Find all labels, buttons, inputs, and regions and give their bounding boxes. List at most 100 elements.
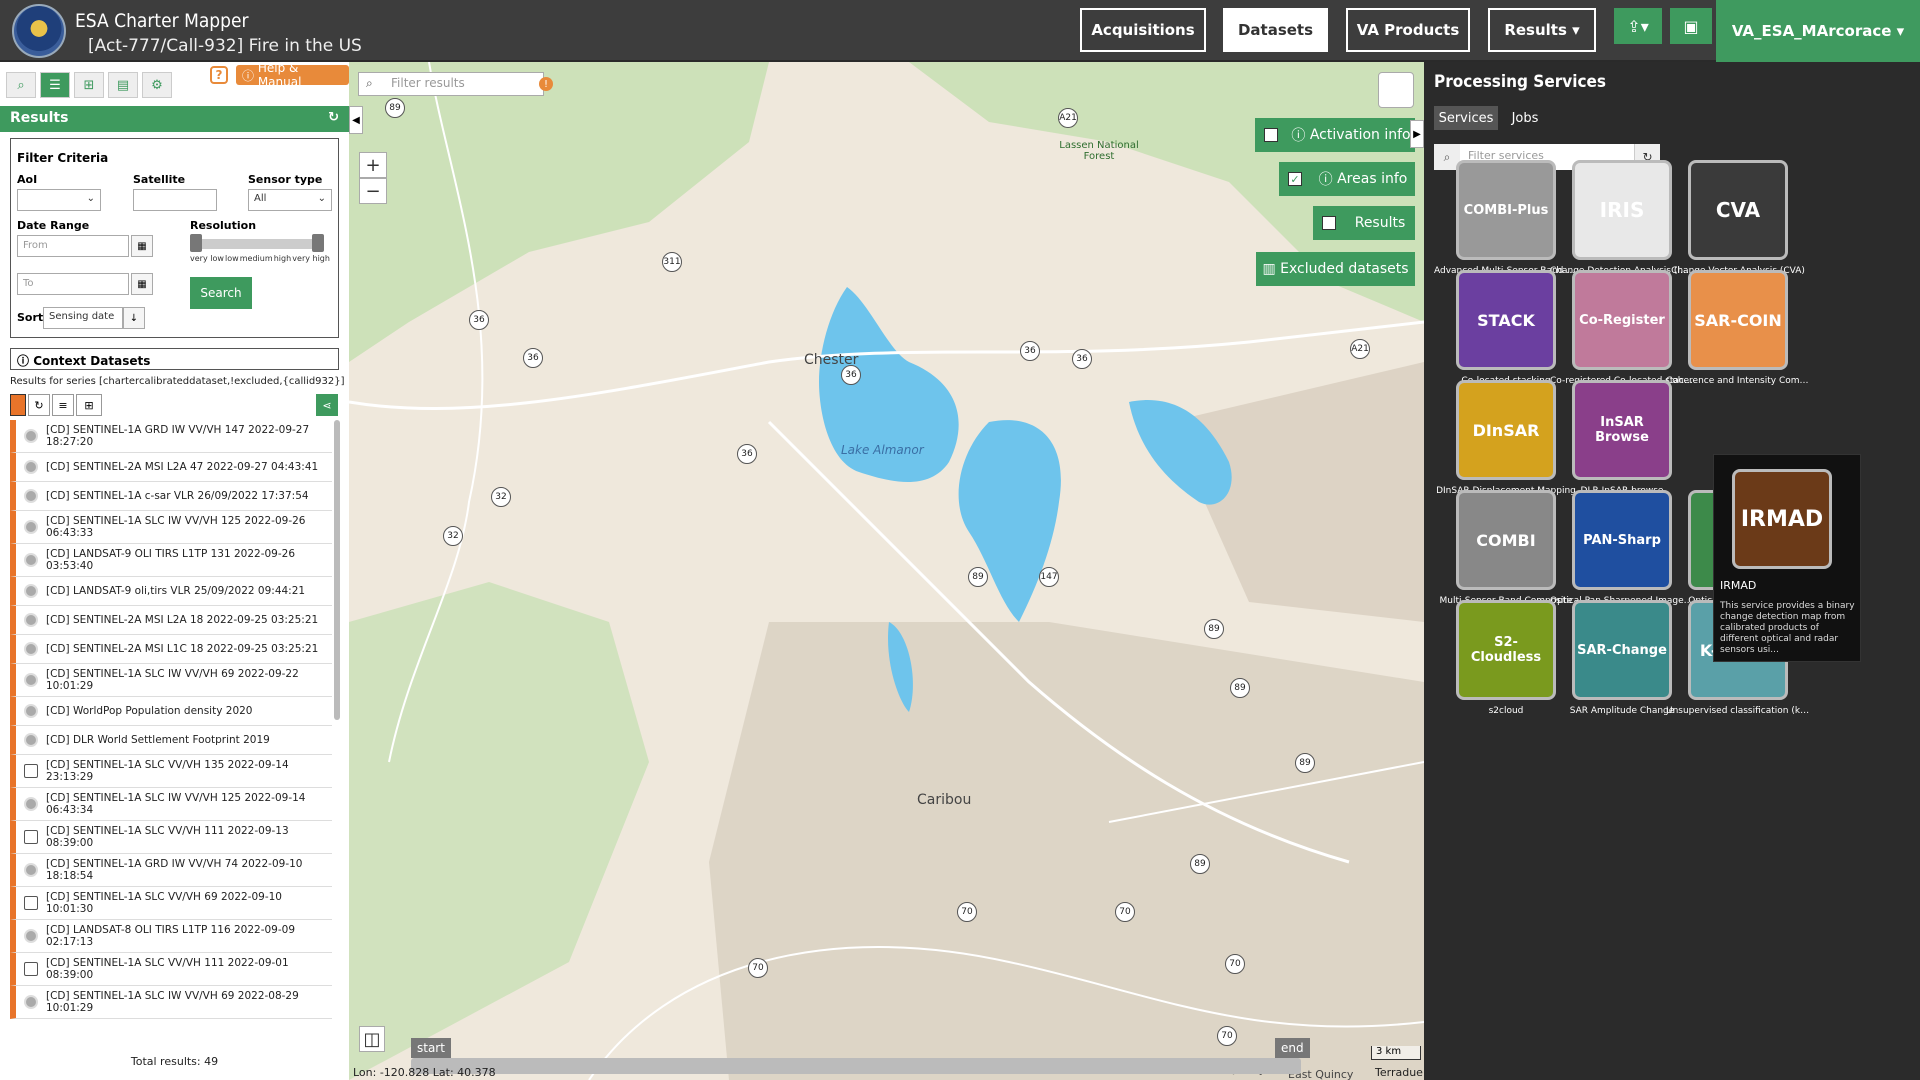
areas-info-button[interactable]: ⓘ Areas info bbox=[1311, 162, 1415, 196]
context-datasets-header[interactable]: ⓘ Context Datasets bbox=[10, 348, 339, 370]
results-layer-button[interactable]: Results bbox=[1345, 206, 1415, 240]
service-card[interactable]: COMBI-PlusAdvanced Multi-Sensor Band C..… bbox=[1434, 160, 1578, 288]
collapse-left-icon[interactable]: ◀ bbox=[349, 106, 363, 134]
list-scrollbar[interactable] bbox=[334, 420, 340, 720]
date-from-input[interactable]: From bbox=[17, 235, 129, 257]
list-item[interactable]: [CD] SENTINEL-1A GRD IW VV/VH 74 2022-09… bbox=[10, 854, 332, 887]
service-tile[interactable]: SAR-COIN bbox=[1688, 270, 1788, 370]
help-manual-button[interactable]: ⓘ Help & Manual bbox=[236, 61, 349, 89]
satellite-input[interactable] bbox=[133, 189, 217, 211]
service-card[interactable]: CVAChange Vector Analysis (CVA) bbox=[1666, 160, 1805, 288]
service-card[interactable]: STACKCo-located stacking bbox=[1434, 270, 1562, 398]
list-item[interactable]: [CD] SENTINEL-1A SLC VV/VH 135 2022-09-1… bbox=[10, 755, 332, 788]
help-question-icon[interactable]: ? bbox=[210, 66, 228, 84]
service-card[interactable]: SAR-COIN Coherence and Intensity Comp... bbox=[1666, 270, 1810, 398]
select-all-checkbox[interactable] bbox=[10, 394, 26, 416]
list-item[interactable]: [CD] SENTINEL-1A SLC IW VV/VH 125 2022-0… bbox=[10, 788, 332, 821]
service-tile[interactable]: CVA bbox=[1688, 160, 1788, 260]
upload-icon[interactable]: ⇪▾ bbox=[1614, 8, 1662, 44]
list-item[interactable]: [CD] SENTINEL-2A MSI L2A 18 2022-09-25 0… bbox=[10, 606, 332, 635]
zoom-out-button[interactable]: − bbox=[359, 178, 387, 204]
list-item[interactable]: [CD] SENTINEL-1A SLC IW VV/VH 69 2022-09… bbox=[10, 664, 332, 697]
service-tile[interactable]: COMBI-Plus bbox=[1456, 160, 1556, 260]
collapse-right-icon[interactable]: ▶ bbox=[1410, 120, 1424, 148]
service-card[interactable]: InSAR BrowseDLR InSAR browse bbox=[1550, 380, 1678, 508]
list-item[interactable]: [CD] LANDSAT-9 OLI TIRS L1TP 131 2022-09… bbox=[10, 544, 332, 577]
list-item[interactable]: [CD] DLR World Settlement Footprint 2019 bbox=[10, 726, 332, 755]
sort-direction-icon[interactable]: ↓ bbox=[123, 307, 145, 329]
list-tab-icon[interactable]: ☰ bbox=[40, 72, 70, 98]
service-card[interactable]: S2-Cloudless s2cloud bbox=[1434, 600, 1562, 728]
service-card[interactable]: Co-RegisterCo-registered Co-located stac… bbox=[1550, 270, 1694, 398]
timeline-end[interactable]: end bbox=[1275, 1038, 1310, 1058]
zoom-in-button[interactable]: + bbox=[359, 152, 387, 178]
search-button[interactable]: Search bbox=[190, 277, 252, 309]
date-to-input[interactable]: To bbox=[17, 273, 129, 295]
sensor-type-select[interactable]: All ⌄ bbox=[248, 189, 332, 211]
results-layer-checkbox[interactable] bbox=[1313, 206, 1345, 240]
areas-info-checkbox[interactable]: ✓ bbox=[1279, 162, 1311, 196]
list-item[interactable]: [CD] LANDSAT-8 OLI TIRS L1TP 116 2022-09… bbox=[10, 920, 332, 953]
calendar-icon[interactable]: ▦ bbox=[131, 235, 153, 257]
service-card[interactable]: PAN-SharpOptical Pan Sharpened Image ... bbox=[1550, 490, 1694, 618]
tab-services[interactable]: Services bbox=[1434, 106, 1498, 130]
timeline-start[interactable]: start bbox=[411, 1038, 451, 1058]
nav-acquisitions[interactable]: Acquisitions bbox=[1080, 8, 1206, 52]
basket-icon[interactable]: ⊞ bbox=[76, 394, 102, 416]
service-tile[interactable]: COMBI bbox=[1456, 490, 1556, 590]
sort-select[interactable]: Sensing date bbox=[43, 307, 123, 329]
tab-jobs[interactable]: Jobs bbox=[1502, 106, 1548, 130]
resolution-slider[interactable] bbox=[190, 234, 324, 252]
excluded-datasets-button[interactable]: ▥ Excluded datasets bbox=[1256, 252, 1415, 286]
calendar-icon[interactable]: ▦ bbox=[131, 273, 153, 295]
user-menu[interactable]: VA_ESA_MArcorace ▾ bbox=[1716, 0, 1920, 62]
basket-tab-icon[interactable]: ⊞ bbox=[74, 72, 104, 98]
service-card[interactable]: SAR-Change SAR Amplitude Change bbox=[1550, 600, 1678, 728]
service-card[interactable]: IRISChange Detection Analysis (IR... bbox=[1550, 160, 1694, 288]
list-item[interactable]: [CD] SENTINEL-1A SLC IW VV/VH 69 2022-08… bbox=[10, 986, 332, 1019]
list-item[interactable]: [CD] SENTINEL-1A SLC VV/VH 111 2022-09-1… bbox=[10, 821, 332, 854]
service-tile[interactable]: S2-Cloudless bbox=[1456, 600, 1556, 700]
service-card[interactable]: DInSARDInSAR Displacement Mapping bbox=[1434, 380, 1576, 508]
nav-datasets[interactable]: Datasets bbox=[1223, 8, 1328, 52]
service-tile[interactable]: PAN-Sharp bbox=[1572, 490, 1672, 590]
list-item[interactable]: [CD] SENTINEL-2A MSI L1C 18 2022-09-25 0… bbox=[10, 635, 332, 664]
list-item[interactable]: [CD] SENTINEL-1A SLC VV/VH 111 2022-09-0… bbox=[10, 953, 332, 986]
map-filter-results-input[interactable]: ⌕ Filter results ! bbox=[358, 72, 553, 96]
search-tab-icon[interactable]: ⌕ bbox=[6, 72, 36, 98]
service-tile[interactable]: Co-Register bbox=[1572, 270, 1672, 370]
nav-va-products[interactable]: VA Products bbox=[1346, 8, 1470, 52]
list-item[interactable]: [CD] SENTINEL-1A c-sar VLR 26/09/2022 17… bbox=[10, 482, 332, 511]
service-tile[interactable]: DInSAR bbox=[1456, 380, 1556, 480]
aoi-select[interactable]: ⌄ bbox=[17, 189, 101, 211]
list-item[interactable]: [CD] SENTINEL-1A GRD IW VV/VH 147 2022-0… bbox=[10, 420, 332, 453]
timeline[interactable]: start end bbox=[411, 1038, 1329, 1074]
list-item[interactable]: [CD] SENTINEL-1A SLC IW VV/VH 125 2022-0… bbox=[10, 511, 332, 544]
list-item[interactable]: [CD] SENTINEL-2A MSI L2A 47 2022-09-27 0… bbox=[10, 453, 332, 482]
service-tile[interactable]: InSAR Browse bbox=[1572, 380, 1672, 480]
service-card[interactable]: COMBIMulti-Sensor Band Composite bbox=[1434, 490, 1572, 618]
activation-info-checkbox[interactable] bbox=[1255, 118, 1287, 152]
briefcase-icon[interactable]: ▣ bbox=[1670, 8, 1712, 44]
service-tile[interactable]: SAR-Change bbox=[1572, 600, 1672, 700]
activation-info-button[interactable]: ⓘ Activation info bbox=[1287, 118, 1415, 152]
list-item[interactable]: [CD] LANDSAT-9 oli,tirs VLR 25/09/2022 0… bbox=[10, 577, 332, 606]
list-view-icon[interactable]: ≡ bbox=[52, 394, 74, 416]
service-tile[interactable]: STACK bbox=[1456, 270, 1556, 370]
timeline-toggle-icon[interactable]: ◫ bbox=[359, 1026, 385, 1052]
settings-tab-icon[interactable]: ⚙ bbox=[142, 72, 172, 98]
share-icon[interactable]: ⋖ bbox=[316, 394, 338, 416]
slider-handle-max[interactable] bbox=[312, 234, 324, 252]
irmad-tile[interactable]: IRMAD bbox=[1732, 469, 1832, 569]
map-view[interactable]: Chester Lake Almanor Caribou Lassen Nati… bbox=[349, 62, 1424, 1080]
archive-tab-icon[interactable]: ▤ bbox=[108, 72, 138, 98]
layers-icon[interactable] bbox=[1378, 72, 1414, 108]
list-item[interactable]: [CD] WorldPop Population density 2020 bbox=[10, 697, 332, 726]
list-item[interactable]: [CD] SENTINEL-1A SLC VV/VH 69 2022-09-10… bbox=[10, 887, 332, 920]
nav-results-dropdown[interactable]: Results ▾ bbox=[1488, 8, 1596, 52]
refresh-results-icon[interactable]: ↻ bbox=[328, 110, 339, 125]
slider-handle-min[interactable] bbox=[190, 234, 202, 252]
timeline-bar[interactable] bbox=[411, 1058, 1301, 1074]
service-tile[interactable]: IRIS bbox=[1572, 160, 1672, 260]
refresh-icon[interactable]: ↻ bbox=[28, 394, 50, 416]
